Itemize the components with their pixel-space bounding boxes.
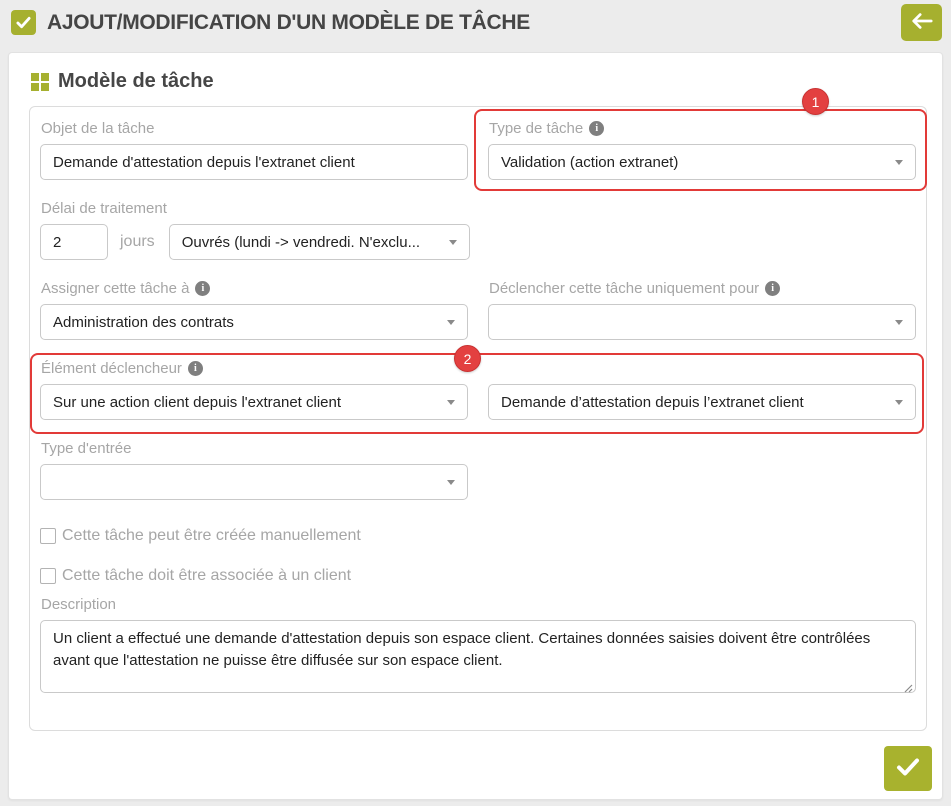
submit-row xyxy=(9,731,942,791)
chevron-down-icon xyxy=(895,160,903,165)
delai-controls: jours Ouvrés (lundi -> vendredi. N'exclu… xyxy=(40,224,916,260)
field-declencher-pour: Déclencher cette tâche uniquement pour i xyxy=(488,279,916,340)
objet-label: Objet de la tâche xyxy=(41,119,468,137)
delai-label: Délai de traitement xyxy=(41,199,916,217)
section-title: Modèle de tâche xyxy=(58,70,214,93)
task-template-panel: Modèle de tâche 1 2 Objet de la tâche Ty… xyxy=(8,52,943,800)
assigner-select[interactable]: Administration des contrats xyxy=(40,304,468,340)
save-button[interactable] xyxy=(884,746,932,791)
field-objet: Objet de la tâche xyxy=(40,119,468,180)
element-declencheur-label-text: Élément déclencheur xyxy=(41,360,182,377)
checkbox-creation-manuelle[interactable] xyxy=(40,528,56,544)
row-type-entree: Type d'entrée xyxy=(40,439,916,500)
delai-period-select[interactable]: Ouvrés (lundi -> vendredi. N'exclu... xyxy=(169,224,470,260)
delai-input[interactable] xyxy=(40,224,108,260)
type-entree-select[interactable] xyxy=(40,464,468,500)
declencher-pour-label-text: Déclencher cette tâche uniquement pour xyxy=(489,280,759,297)
assigner-selected-value: Administration des contrats xyxy=(53,314,234,331)
info-icon[interactable]: i xyxy=(188,361,203,376)
assigner-label-text: Assigner cette tâche à xyxy=(41,280,189,297)
checkbox-associee-client[interactable] xyxy=(40,568,56,584)
field-element-declencheur: Élément déclencheur i Sur une action cli… xyxy=(40,359,916,420)
arrow-left-icon xyxy=(911,12,933,33)
delai-period-selected-value: Ouvrés (lundi -> vendredi. N'exclu... xyxy=(182,234,420,251)
info-icon[interactable]: i xyxy=(765,281,780,296)
info-icon[interactable]: i xyxy=(195,281,210,296)
description-label: Description xyxy=(41,595,916,613)
row-objet-type: Objet de la tâche Type de tâche i Valida… xyxy=(40,119,916,180)
field-type-tache: Type de tâche i Validation (action extra… xyxy=(488,119,916,180)
grid-icon xyxy=(31,73,49,91)
type-tache-label-text: Type de tâche xyxy=(489,120,583,137)
element-declencheur-selected-value: Sur une action client depuis l'extranet … xyxy=(53,394,341,411)
chevron-down-icon xyxy=(895,400,903,405)
declencher-pour-select[interactable] xyxy=(488,304,916,340)
delai-unit-label: jours xyxy=(120,233,155,251)
page-title: AJOUT/MODIFICATION D'UN MODÈLE DE TÂCHE xyxy=(47,11,530,35)
task-template-fieldset: 1 2 Objet de la tâche Type de tâche i Va… xyxy=(29,106,927,731)
element-declencheur-label: Élément déclencheur i xyxy=(41,359,916,377)
field-assigner: Assigner cette tâche à i Administration … xyxy=(40,279,468,340)
chevron-down-icon xyxy=(449,240,457,245)
chevron-down-icon xyxy=(447,400,455,405)
checked-checkbox-icon xyxy=(11,10,36,35)
checkbox-creation-manuelle-label: Cette tâche peut être créée manuellement xyxy=(62,527,361,545)
chevron-down-icon xyxy=(447,320,455,325)
description-textarea[interactable]: Un client a effectué une demande d'attes… xyxy=(40,620,916,693)
check-icon xyxy=(896,757,920,780)
back-button[interactable] xyxy=(901,4,942,41)
field-delai: Délai de traitement jours Ouvrés (lundi … xyxy=(40,199,916,260)
checkbox-row-manuelle: Cette tâche peut être créée manuellement xyxy=(40,527,916,545)
declencher-pour-label: Déclencher cette tâche uniquement pour i xyxy=(489,279,916,297)
element-declencheur-controls: Sur une action client depuis l'extranet … xyxy=(40,384,916,420)
type-tache-selected-value: Validation (action extranet) xyxy=(501,154,678,171)
assigner-label: Assigner cette tâche à i xyxy=(41,279,468,297)
type-entree-label: Type d'entrée xyxy=(41,439,468,457)
row-assigner-declencher: Assigner cette tâche à i Administration … xyxy=(40,279,916,340)
chevron-down-icon xyxy=(895,320,903,325)
type-tache-select[interactable]: Validation (action extranet) xyxy=(488,144,916,180)
checkbox-row-client: Cette tâche doit être associée à un clie… xyxy=(40,567,916,585)
section-header: Modèle de tâche xyxy=(9,53,942,106)
description-wrap: Un client a effectué une demande d'attes… xyxy=(40,620,916,693)
info-icon[interactable]: i xyxy=(589,121,604,136)
field-type-entree: Type d'entrée xyxy=(40,439,468,500)
element-declencheur-select[interactable]: Sur une action client depuis l'extranet … xyxy=(40,384,468,420)
type-tache-label: Type de tâche i xyxy=(489,119,916,137)
checkbox-associee-client-label: Cette tâche doit être associée à un clie… xyxy=(62,567,351,585)
page-header: AJOUT/MODIFICATION D'UN MODÈLE DE TÂCHE xyxy=(0,0,951,45)
element-declencheur-detail-select[interactable]: Demande d’attestation depuis l’extranet … xyxy=(488,384,916,420)
objet-input[interactable] xyxy=(40,144,468,180)
element-declencheur-detail-selected-value: Demande d’attestation depuis l’extranet … xyxy=(501,394,804,411)
chevron-down-icon xyxy=(447,480,455,485)
